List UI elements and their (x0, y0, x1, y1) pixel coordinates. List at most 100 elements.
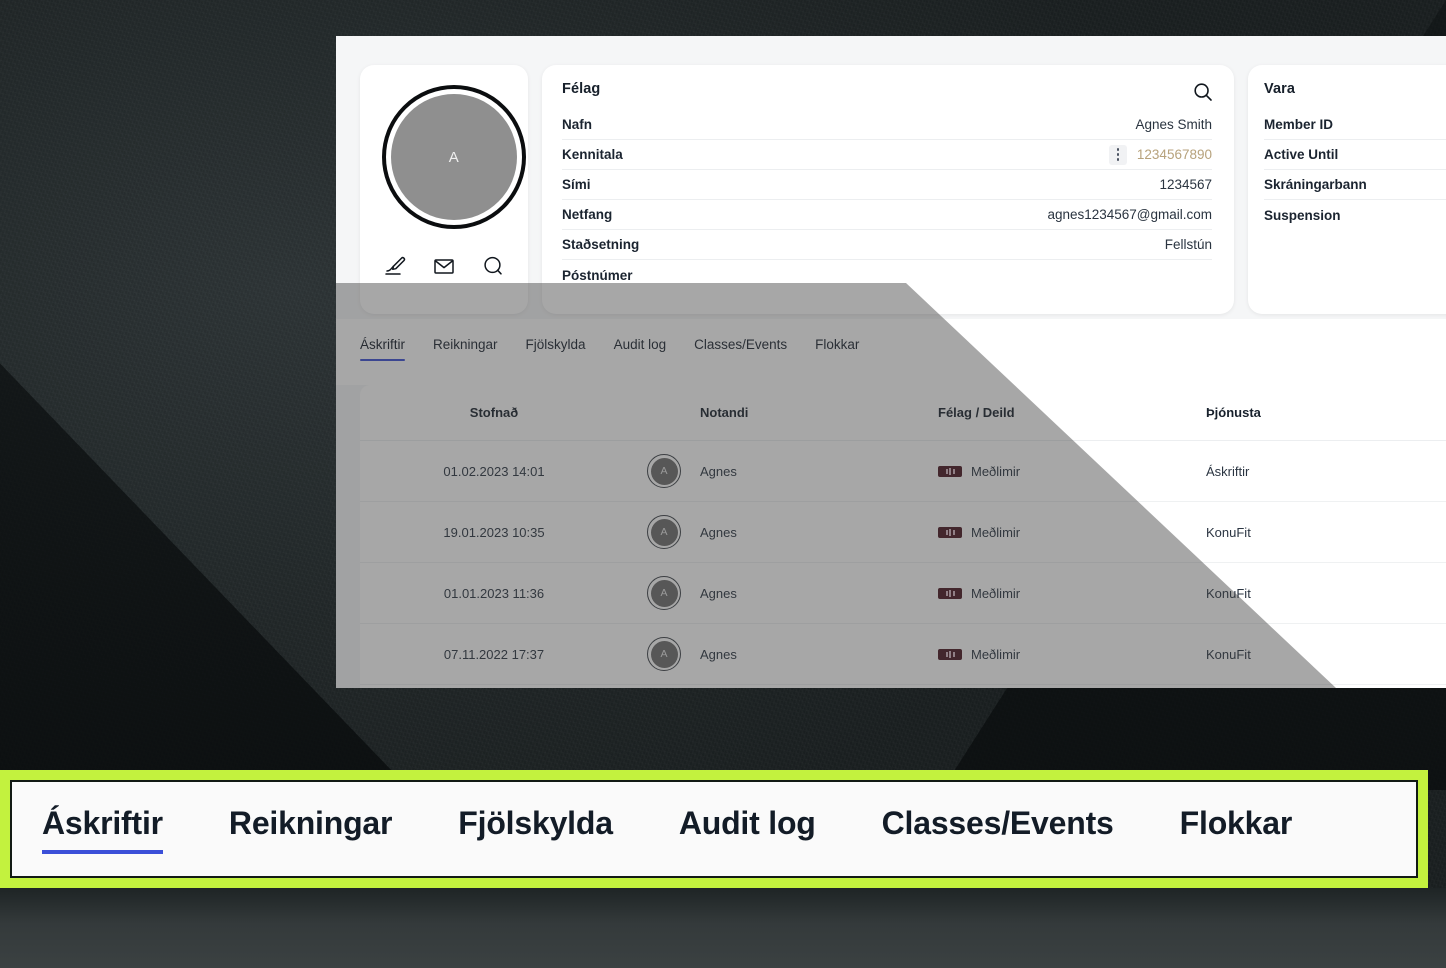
table-row[interactable]: 07.11.2022 17:37 A Agnes Meðlimir KonuFi… (360, 624, 1446, 685)
chat-icon[interactable] (480, 253, 506, 279)
subscriptions-table: Stofnað Notandi Félag / Deild Þjónusta 0… (360, 385, 1446, 688)
cell-thjonusta: KonuFit (1206, 646, 1251, 662)
field-label: Active Until (1264, 147, 1339, 162)
search-icon[interactable] (1190, 79, 1216, 105)
avatar-ring: A (382, 85, 526, 229)
organization-logo-icon (938, 587, 962, 599)
avatar-action-row (360, 253, 528, 279)
app-window: A Félag Nafn Agnes Smith Kennitala 12345… (336, 36, 1446, 688)
cell-thjonusta: KonuFit (1206, 585, 1251, 601)
signature-icon[interactable] (383, 253, 409, 279)
vara-field-list: Member ID Active Until Skráningarbann Su… (1264, 110, 1446, 230)
vara-card: Vara Member ID Active Until Skráningarba… (1248, 65, 1446, 314)
field-value: 1234567 (1159, 177, 1212, 192)
callout-tab-fjolskylda[interactable]: Fjölskylda (458, 805, 613, 854)
cell-avatar: A (628, 454, 700, 488)
table-row[interactable]: 01.01.2023 11:36 A Agnes Meðlimir KonuFi… (360, 563, 1446, 624)
cell-avatar: A (628, 576, 700, 610)
avatar: A (391, 94, 517, 220)
field-row-nafn: Nafn Agnes Smith (562, 110, 1212, 140)
field-row-kennitala: Kennitala 1234567890 (562, 140, 1212, 170)
table-header-row: Stofnað Notandi Félag / Deild Þjónusta (360, 385, 1446, 441)
deild-label: Meðlimir (971, 524, 1021, 540)
cell-stofnad: 01.02.2023 14:01 (443, 463, 545, 479)
field-row-skraningarbann: Skráningarbann (1264, 170, 1446, 200)
field-row-netfang: Netfang agnes1234567@gmail.com (562, 200, 1212, 230)
field-value: agnes1234567@gmail.com (1047, 207, 1212, 222)
felag-field-list: Nafn Agnes Smith Kennitala 1234567890 Sí… (562, 110, 1212, 290)
deild-label: Meðlimir (971, 463, 1021, 479)
cell-thjonusta: Áskriftir (1206, 463, 1250, 479)
field-label: Kennitala (562, 147, 623, 162)
mail-icon[interactable] (431, 253, 457, 279)
cell-notandi: Agnes (700, 524, 737, 540)
cell-notandi: Agnes (700, 646, 737, 662)
felag-card: Félag Nafn Agnes Smith Kennitala 1234567… (542, 65, 1234, 314)
field-label: Nafn (562, 117, 592, 132)
avatar: A (650, 457, 678, 485)
background-bottom-band (0, 888, 1446, 968)
field-value: 1234567890 (1136, 147, 1212, 162)
avatar-card: A (360, 65, 528, 314)
organization-logo-icon (938, 465, 962, 477)
field-row-suspension: Suspension (1264, 200, 1446, 230)
avatar: A (650, 518, 678, 546)
callout-tab-classes-events[interactable]: Classes/Events (882, 805, 1114, 854)
table-row[interactable]: 01.02.2023 14:01 A Agnes Meðlimir Áskrif… (360, 441, 1446, 502)
column-header-felag[interactable]: Félag / Deild (938, 405, 1206, 420)
deild-label: Meðlimir (971, 646, 1021, 662)
table-row[interactable]: 19.01.2023 10:35 A Agnes Meðlimir KonuFi… (360, 502, 1446, 563)
column-header-stofnad[interactable]: Stofnað (360, 405, 628, 420)
callout-tab-reikningar[interactable]: Reikningar (229, 805, 393, 854)
profile-cards-row: A Félag Nafn Agnes Smith Kennitala 12345… (336, 36, 1446, 319)
field-row-stadsetning: Staðsetning Fellstún (562, 230, 1212, 260)
cell-thjonusta: KonuFit (1206, 524, 1251, 540)
cell-felag-deild: Meðlimir (938, 586, 1206, 601)
cell-stofnad: 19.01.2023 10:35 (443, 524, 545, 540)
callout-tab-audit-log[interactable]: Audit log (679, 805, 816, 854)
tab-fjolskylda[interactable]: Fjölskylda (526, 337, 586, 361)
organization-logo-icon (938, 648, 962, 660)
field-row-postnumer: Póstnúmer (562, 260, 1212, 290)
field-row-simi: Sími 1234567 (562, 170, 1212, 200)
field-label: Staðsetning (562, 237, 640, 252)
tab-flokkar[interactable]: Flokkar (815, 337, 859, 361)
field-label: Skráningarbann (1264, 177, 1367, 192)
field-value: Agnes Smith (1135, 117, 1212, 132)
cell-felag-deild: Meðlimir (938, 647, 1206, 662)
column-header-notandi[interactable]: Notandi (700, 405, 938, 420)
cell-notandi: Agnes (700, 585, 737, 601)
cell-felag-deild: Meðlimir (938, 464, 1206, 479)
cell-stofnad: 01.01.2023 11:36 (443, 585, 545, 601)
tab-reikningar[interactable]: Reikningar (433, 337, 498, 361)
field-label: Póstnúmer (562, 267, 633, 283)
tab-classes-events[interactable]: Classes/Events (694, 337, 787, 361)
field-label: Suspension (1264, 207, 1341, 223)
felag-card-title: Félag (562, 81, 601, 97)
zoom-callout-tab-bar: Áskriftir Reikningar Fjölskylda Audit lo… (10, 780, 1418, 878)
field-row-active-until: Active Until (1264, 140, 1446, 170)
field-value-group: 1234567890 (1108, 144, 1212, 165)
screenshot-root: A Félag Nafn Agnes Smith Kennitala 12345… (0, 0, 1446, 968)
organization-logo-icon (938, 526, 962, 538)
cell-felag-deild: Meðlimir (938, 525, 1206, 540)
tab-audit-log[interactable]: Audit log (614, 337, 667, 361)
tab-askriftir[interactable]: Áskriftir (360, 337, 405, 361)
callout-tab-askriftir[interactable]: Áskriftir (42, 805, 163, 854)
callout-tab-flokkar[interactable]: Flokkar (1180, 805, 1293, 854)
vara-card-title: Vara (1264, 81, 1296, 97)
cell-stofnad: 07.11.2022 17:37 (443, 646, 545, 662)
column-header-thjonusta[interactable]: Þjónusta (1206, 405, 1446, 420)
deild-label: Meðlimir (971, 585, 1021, 601)
field-label: Member ID (1264, 117, 1334, 132)
avatar: A (650, 640, 678, 668)
field-label: Sími (562, 177, 591, 192)
field-row-member-id: Member ID (1264, 110, 1446, 140)
field-value: Fellstún (1164, 237, 1212, 252)
kebab-menu-icon[interactable] (1108, 144, 1127, 165)
cell-notandi: Agnes (700, 463, 737, 479)
cell-avatar: A (628, 515, 700, 549)
avatar: A (650, 579, 678, 607)
zoom-callout: Áskriftir Reikningar Fjölskylda Audit lo… (0, 770, 1428, 888)
tab-bar: Áskriftir Reikningar Fjölskylda Audit lo… (336, 319, 1446, 385)
